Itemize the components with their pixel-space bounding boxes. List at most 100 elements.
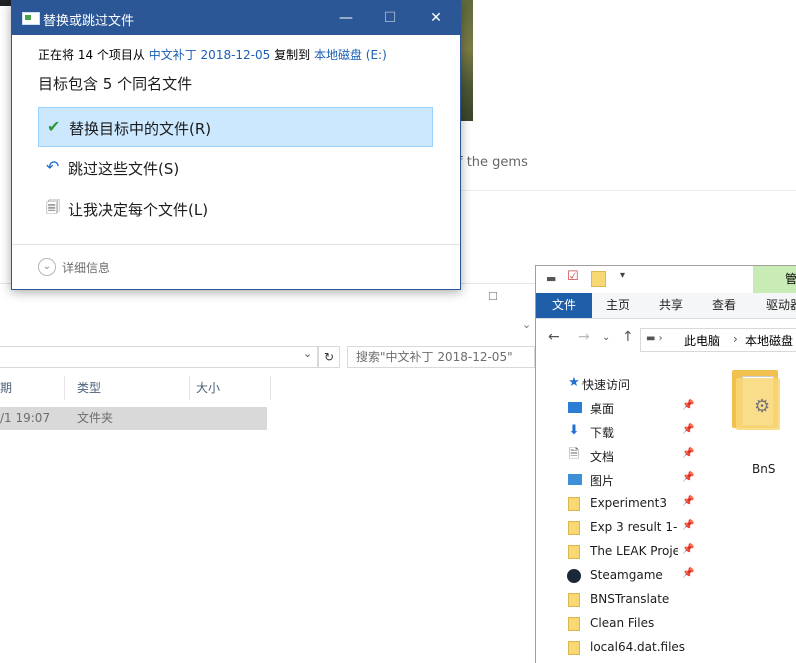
refresh-icon: ↻ <box>323 350 335 364</box>
sidebar-item-pictures[interactable]: 图片 📌 <box>558 468 718 492</box>
star-icon: ★ <box>568 375 580 390</box>
pin-icon[interactable]: 📌 <box>682 520 694 531</box>
drive-icon: ▬ › <box>646 333 663 344</box>
check-icon: ✔ <box>47 117 61 136</box>
breadcrumb-this-pc[interactable]: 此电脑 <box>684 332 720 349</box>
navigation-bar: ← → ⌄ ↑ ▬ › 此电脑 › 本地磁盘 <box>536 324 796 354</box>
drive-icon[interactable]: ▬ <box>546 272 556 285</box>
forward-arrow-icon[interactable]: → <box>578 329 590 345</box>
sidebar-item-label: 快速访问 <box>582 378 631 392</box>
option-label: 让我决定每个文件(L) <box>68 201 209 219</box>
sidebar-item-label: Clean Files <box>590 616 655 630</box>
folder-icon <box>568 497 580 511</box>
sidebar-item-label: Experiment3 <box>590 496 667 510</box>
dialog-titlebar: 替换或跳过文件 — ☐ ✕ <box>12 1 460 35</box>
breadcrumb-local-disk[interactable]: 本地磁盘 <box>745 332 793 349</box>
chevron-down-icon[interactable]: ⌄ <box>522 318 531 331</box>
pin-icon[interactable]: 📌 <box>682 424 694 435</box>
folder-label: BnS <box>752 462 776 476</box>
sidebar-item-label: Exp 3 result 1-2 <box>590 520 678 534</box>
replace-files-option[interactable]: ✔ 替换目标中的文件(R) <box>38 107 433 147</box>
copy-icon <box>22 12 40 25</box>
sidebar-item-label: Steamgame <box>590 568 663 582</box>
sidebar-item-label: The LEAK Proje <box>590 544 678 558</box>
sidebar-item-local64[interactable]: local64.dat.files <box>558 636 718 660</box>
sidebar-item-downloads[interactable]: ⬇ 下载 📌 <box>558 420 718 444</box>
sidebar-item-experiment3[interactable]: Experiment3 📌 <box>558 492 718 516</box>
search-input[interactable]: 搜索"中文补丁 2018-12-05" <box>347 346 535 368</box>
column-header-modified[interactable]: 期 <box>0 376 65 400</box>
tab-manage[interactable]: 管 <box>753 266 796 293</box>
steam-icon <box>567 569 581 583</box>
sidebar-item-label: 下载 <box>590 426 615 440</box>
copy-info-prefix: 正在将 14 个项目从 <box>38 48 145 62</box>
gear-icon: ⚙ <box>754 396 771 417</box>
new-folder-icon[interactable] <box>591 271 606 287</box>
close-button[interactable]: ✕ <box>414 1 458 35</box>
sidebar-item-label: 图片 <box>590 474 615 488</box>
sidebar-item-bnstranslate[interactable]: BNSTranslate <box>558 588 718 612</box>
sidebar-item-desktop[interactable]: 桌面 📌 <box>558 396 718 420</box>
folder-bns[interactable]: ⚙ <box>732 370 780 430</box>
sidebar-item-leak-project[interactable]: The LEAK Proje 📌 <box>558 540 718 564</box>
option-label: 跳过这些文件(S) <box>68 160 180 178</box>
row-type-cell: 文件夹 <box>77 411 114 425</box>
address-bar[interactable] <box>0 346 318 368</box>
tab-file[interactable]: 文件 <box>536 293 592 318</box>
customize-dropdown-icon[interactable]: ▾ <box>620 270 625 281</box>
webpage-divider <box>458 190 796 191</box>
copy-info: 正在将 14 个项目从 中文补丁 2018-12-05 复制到 本地磁盘 (E:… <box>38 46 387 63</box>
sidebar-item-label: BNSTranslate <box>590 592 670 606</box>
pin-icon[interactable]: 📌 <box>682 544 694 555</box>
pin-icon[interactable]: 📌 <box>682 496 694 507</box>
pin-icon[interactable]: 📌 <box>682 472 694 483</box>
source-folder-link[interactable]: 中文补丁 2018-12-05 <box>149 48 271 62</box>
dialog-title: 替换或跳过文件 <box>43 14 135 29</box>
sidebar-item-label: local64.dat.files <box>590 640 686 654</box>
sidebar-item-label: 文档 <box>590 450 615 464</box>
chevron-down-icon[interactable]: ⌄ <box>38 258 56 276</box>
properties-icon[interactable]: ☑ <box>567 269 579 284</box>
webpage-text: f the gems <box>458 155 528 170</box>
sidebar-item-steamgame[interactable]: Steamgame 📌 <box>558 564 718 588</box>
recent-dropdown-icon[interactable]: ⌄ <box>602 332 610 343</box>
column-header-type[interactable]: 类型 <box>71 376 190 400</box>
folder-icon <box>568 617 580 631</box>
decide-each-file-option[interactable]: 🗐 让我决定每个文件(L) <box>38 189 433 229</box>
desktop-icon <box>568 402 582 413</box>
minimize-button[interactable]: — <box>324 1 368 35</box>
option-label: 替换目标中的文件(R) <box>69 120 212 138</box>
sidebar-item-exp3-result[interactable]: Exp 3 result 1-2 📌 <box>558 516 718 540</box>
folder-icon <box>568 545 580 559</box>
tab-view[interactable]: 查看 <box>712 293 736 318</box>
refresh-button[interactable]: ↻ <box>318 346 340 368</box>
column-header-size[interactable]: 大小 <box>190 376 271 400</box>
row-modified-cell: /1 19:07 <box>0 411 51 425</box>
tab-drive[interactable]: 驱动器 <box>766 293 796 318</box>
breadcrumb-separator-icon: › <box>733 332 738 346</box>
explorer-window: ▬ ☑ ▾ 管 文件 主页 共享 查看 驱动器 ← → ⌄ ↑ ▬ › 此电脑 … <box>535 265 796 663</box>
pin-icon[interactable]: 📌 <box>682 568 694 579</box>
up-arrow-icon[interactable]: ↑ <box>622 329 634 345</box>
maximize-icon[interactable]: ☐ <box>488 290 498 303</box>
pin-icon[interactable]: 📌 <box>682 400 694 411</box>
folder-icon <box>568 521 580 535</box>
tab-home[interactable]: 主页 <box>606 293 630 318</box>
sidebar-item-label: 桌面 <box>590 402 615 416</box>
pin-icon[interactable]: 📌 <box>682 448 694 459</box>
destination-link[interactable]: 本地磁盘 (E:) <box>314 48 387 62</box>
dialog-heading: 目标包含 5 个同名文件 <box>38 75 193 93</box>
skip-files-option[interactable]: ↶ 跳过这些文件(S) <box>38 148 433 188</box>
more-details-button[interactable]: 详细信息 <box>62 259 110 276</box>
sidebar-item-quick-access[interactable]: ★ 快速访问 <box>558 372 718 396</box>
maximize-button[interactable]: ☐ <box>368 1 412 35</box>
document-icon: 🗎 <box>568 447 580 462</box>
sidebar-item-clean-files[interactable]: Clean Files <box>558 612 718 636</box>
compare-files-icon: 🗐 <box>46 200 60 216</box>
sidebar-item-documents[interactable]: 🗎 文档 📌 <box>558 444 718 468</box>
dialog-divider <box>12 244 460 245</box>
tab-share[interactable]: 共享 <box>659 293 683 318</box>
back-arrow-icon[interactable]: ← <box>548 329 560 345</box>
address-dropdown-icon[interactable]: ⌄ <box>303 347 312 360</box>
copy-info-middle: 复制到 <box>274 48 311 62</box>
